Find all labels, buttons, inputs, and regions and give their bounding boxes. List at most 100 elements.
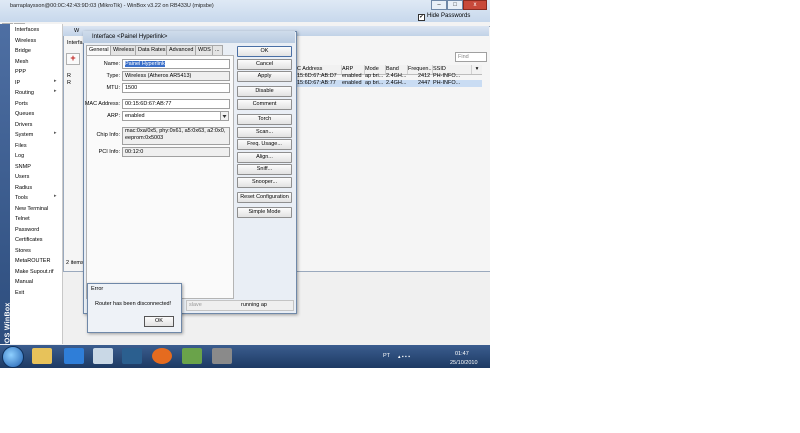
maximize-button[interactable]: □ xyxy=(447,0,463,10)
cancel-button[interactable]: Cancel xyxy=(237,59,292,70)
error-dialog: Error Router has been disconnected! OK xyxy=(87,283,182,333)
sidebar-item-make-supout[interactable]: Make Supout.rif xyxy=(15,267,54,277)
internet-explorer-icon[interactable] xyxy=(64,348,84,364)
start-orb-icon[interactable] xyxy=(2,346,24,368)
arp-dropdown-icon[interactable] xyxy=(220,111,229,121)
snooper-button[interactable]: Snooper... xyxy=(237,177,292,188)
name-field[interactable]: Painel Hyperlink xyxy=(122,59,230,69)
submenu-arrow-icon: ▸ xyxy=(54,130,57,136)
sidebar-item-ip[interactable]: IP xyxy=(15,78,20,88)
sidebar-item-routing[interactable]: Routing xyxy=(15,88,34,98)
disable-button[interactable]: Disable xyxy=(237,86,292,97)
sidebar-item-interfaces[interactable]: Interfaces xyxy=(15,25,39,35)
pci-info-label: PCI Info: xyxy=(98,149,120,155)
align-button[interactable]: Align... xyxy=(237,152,292,163)
cell-ssid: PH-INFO... xyxy=(433,80,461,86)
sidebar-item-metarouter[interactable]: MetaROUTER xyxy=(15,256,50,266)
mac-address-label: MAC Address: xyxy=(84,101,120,107)
cell-frequency: 2412 xyxy=(418,73,431,79)
type-field: Wireless (Atheros AR5413) xyxy=(122,71,230,81)
error-message: Router has been disconnected! xyxy=(95,301,172,307)
row-marker: R xyxy=(67,73,71,79)
tab-more[interactable]: ... xyxy=(212,45,223,55)
cell-ssid: PH-INFO... xyxy=(433,73,461,79)
table-row-selected[interactable]: 15:6D:67:AB:77 enabled ap bri... 2.4GH..… xyxy=(296,80,482,87)
sidebar-item-password[interactable]: Password xyxy=(15,225,39,235)
mtu-field[interactable]: 1500 xyxy=(122,83,230,93)
sidebar-item-bridge[interactable]: Bridge xyxy=(15,46,31,56)
sniff-button[interactable]: Sniff... xyxy=(237,164,292,175)
winbox-taskbar-icon[interactable] xyxy=(212,348,232,364)
hide-passwords-toggle[interactable]: ✔ Hide Passwords xyxy=(418,13,470,21)
clock-time[interactable]: 01:47 xyxy=(455,351,469,357)
close-button[interactable]: x xyxy=(463,0,487,10)
status-bar: slave running ap xyxy=(186,300,294,311)
table-row[interactable]: 15:6D:67:AB:D7 enabled ap bri... 2.4GH..… xyxy=(296,73,482,80)
cell-mode: ap bri... xyxy=(365,80,384,86)
sidebar-item-tools[interactable]: Tools xyxy=(15,193,28,203)
error-ok-button[interactable]: OK xyxy=(144,316,174,327)
freq-usage-button[interactable]: Freq. Usage... xyxy=(237,139,292,150)
scan-button[interactable]: Scan... xyxy=(237,127,292,138)
media-player-icon[interactable] xyxy=(93,348,113,364)
sidebar-item-manual[interactable]: Manual xyxy=(15,277,33,287)
sidebar-item-telnet[interactable]: Telnet xyxy=(15,214,30,224)
minimize-button[interactable]: – xyxy=(431,0,447,10)
interfaces-tab[interactable]: Interfa xyxy=(67,40,83,46)
explorer-icon[interactable] xyxy=(32,348,52,364)
comment-button[interactable]: Comment xyxy=(237,99,292,110)
mac-address-field[interactable]: 00:15:6D:67:AB:77 xyxy=(122,99,230,109)
find-input[interactable]: Find xyxy=(455,52,487,62)
row-marker: R xyxy=(67,80,71,86)
sidebar-item-users[interactable]: Users xyxy=(15,172,29,182)
interface-dialog-titlebar[interactable]: Interface <Painel Hyperlink> xyxy=(83,31,295,43)
sidebar-item-snmp[interactable]: SNMP xyxy=(15,162,31,172)
clock-date[interactable]: 25/10/2010 xyxy=(450,360,478,366)
sidebar-item-certificates[interactable]: Certificates xyxy=(15,235,43,245)
reset-configuration-button[interactable]: Reset Configuration xyxy=(237,192,292,203)
sidebar-item-ports[interactable]: Ports xyxy=(15,99,28,109)
apply-button[interactable]: Apply xyxy=(237,71,292,82)
language-indicator[interactable]: PT xyxy=(383,353,390,359)
cell-arp: enabled xyxy=(342,73,362,79)
tab-data-rates[interactable]: Data Rates xyxy=(135,45,169,55)
sidebar-item-mesh[interactable]: Mesh xyxy=(15,57,28,67)
tab-advanced[interactable]: Advanced xyxy=(166,45,197,55)
cell-mode: ap bri... xyxy=(365,73,384,79)
sidebar-item-radius[interactable]: Radius xyxy=(15,183,32,193)
sidebar-menu: Interfaces Wireless Bridge Mesh PPP IP ▸… xyxy=(0,25,62,325)
winbox-titlebar: barraplaysson@00:0C:42:43:9D:03 (MikroTi… xyxy=(0,0,490,23)
cell-band: 2.4GH... xyxy=(386,73,406,79)
ok-button[interactable]: OK xyxy=(237,46,292,57)
sidebar-item-drivers[interactable]: Drivers xyxy=(15,120,32,130)
sidebar-item-new-terminal[interactable]: New Terminal xyxy=(15,204,48,214)
error-title: Error xyxy=(91,286,104,292)
status-running: running ap xyxy=(241,302,267,308)
torch-button[interactable]: Torch xyxy=(237,114,292,125)
simple-mode-button[interactable]: Simple Mode xyxy=(237,207,292,218)
submenu-arrow-icon: ▸ xyxy=(54,77,57,84)
arp-select[interactable]: enabled xyxy=(122,111,221,121)
hide-passwords-checkbox[interactable]: ✔ xyxy=(418,14,425,21)
sidebar-item-log[interactable]: Log xyxy=(15,151,24,161)
app-icon[interactable] xyxy=(182,348,202,364)
cell-frequency: 2447 xyxy=(418,80,431,86)
submenu-arrow-icon: ▸ xyxy=(54,193,57,199)
windows-icon[interactable] xyxy=(122,348,142,364)
sidebar-item-queues[interactable]: Queues xyxy=(15,109,34,119)
firefox-icon[interactable] xyxy=(152,348,172,364)
chip-info-line-1: mac:0xa/0x5, phy:0x61, a5:0x63, a2:0x0, xyxy=(125,128,226,134)
sidebar-item-stores[interactable]: Stores xyxy=(15,246,31,256)
cell-mac: 15:6D:67:AB:77 xyxy=(297,80,336,86)
cell-mac: 15:6D:67:AB:D7 xyxy=(297,73,337,79)
sidebar-item-exit[interactable]: Exit xyxy=(15,288,24,298)
sidebar-item-wireless[interactable]: Wireless xyxy=(15,36,36,46)
sidebar-item-system[interactable]: System xyxy=(15,130,33,140)
sidebar-item-ppp[interactable]: PPP xyxy=(15,67,26,77)
tab-wireless[interactable]: Wireless xyxy=(110,45,138,55)
tray-arrows-icon[interactable]: ▴ ▪ ▪ ▪ xyxy=(398,354,410,360)
screen: barraplaysson@00:0C:42:43:9D:03 (MikroTi… xyxy=(0,0,490,368)
type-label: Type: xyxy=(106,73,120,79)
sidebar-item-files[interactable]: Files xyxy=(15,141,27,151)
add-icon[interactable]: + xyxy=(66,53,80,65)
